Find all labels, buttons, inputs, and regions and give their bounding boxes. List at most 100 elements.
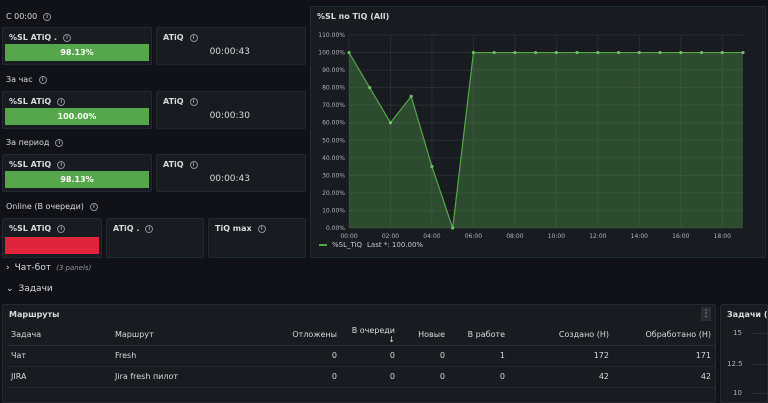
y-tick-label: 90.00% <box>322 67 345 74</box>
data-point <box>679 50 683 55</box>
col-header-new[interactable]: Новые <box>399 325 449 346</box>
info-icon[interactable]: i <box>257 224 266 233</box>
table-cell: Fresh <box>111 345 261 367</box>
y-tick-label: 110.00% <box>318 32 345 39</box>
routes-panel[interactable]: Маршруты ⋮ Задача Маршрут Отложены В оче… <box>2 304 716 403</box>
panel-title: ATiQ . <box>113 224 140 233</box>
info-icon[interactable]: i <box>189 33 198 42</box>
col-header-route[interactable]: Маршрут <box>111 325 261 346</box>
x-tick-label: 06:00 <box>465 233 482 240</box>
data-point <box>616 50 621 55</box>
table-cell: 0 <box>261 345 341 367</box>
chevron-down-icon: ⌄ <box>6 284 14 294</box>
y-tick-label: 80.00% <box>322 85 345 92</box>
col-header-task[interactable]: Задача <box>7 325 111 346</box>
x-tick-label: 12:00 <box>589 233 606 240</box>
info-icon[interactable]: i <box>189 97 198 106</box>
data-point <box>699 50 704 55</box>
axis-tick-label: 12.5 <box>727 360 743 368</box>
info-icon[interactable]: i <box>57 160 66 169</box>
axis-tick-label: 10 <box>733 389 742 397</box>
atiq-panel-today[interactable]: ATiQ i 00:00:43 <box>156 27 306 65</box>
sl-tiq-chart-panel[interactable]: %SL по TiQ (All) 0.00% 10.00% 20.00% 30.00%… <box>310 6 766 258</box>
atiq-panel-period[interactable]: ATiQ i 00:00:43 <box>156 154 306 192</box>
sl-panel-today[interactable]: %SL ATiQ . i 98.13% <box>2 27 152 65</box>
col-header-postponed[interactable]: Отложены <box>261 325 341 346</box>
info-icon[interactable]: i <box>57 224 66 233</box>
atiq-panel-hour[interactable]: ATiQ i 00:00:30 <box>156 91 306 129</box>
row-tasks[interactable]: ⌄ Задачи <box>6 284 53 294</box>
table-cell: 0 <box>399 366 449 388</box>
col-header-created[interactable]: Создано (Н) <box>509 325 613 346</box>
data-point <box>554 50 558 55</box>
tiqmax-panel-online[interactable]: TiQ max i <box>208 218 306 258</box>
table-row[interactable]: JIRA Jira fresh пилот 0 0 0 0 42 42 <box>7 366 715 388</box>
table-cell: 42 <box>509 366 613 388</box>
col-header-processed[interactable]: Обработано (Н) <box>613 325 715 346</box>
x-tick-label: 04:00 <box>423 233 440 240</box>
section-period: За период i <box>6 138 64 147</box>
row-tasks-label: Задачи <box>18 284 53 294</box>
y-tick-label: 0.00% <box>326 225 345 232</box>
routes-title: Маршруты <box>9 310 60 319</box>
legend-swatch <box>319 244 327 246</box>
data-point <box>368 86 372 90</box>
tasks-all-title: Задачи (All <box>727 310 768 319</box>
data-point <box>637 50 641 55</box>
panel-title: ATiQ <box>163 97 184 106</box>
sl-panel-period[interactable]: %SL ATiQ i 98.13% <box>2 154 152 192</box>
chart-legend[interactable]: %SL_TiQ Last *: 100.00% <box>319 241 423 249</box>
y-tick-label: 40.00% <box>322 155 345 162</box>
table-cell: 0 <box>399 345 449 367</box>
col-header-queue[interactable]: В очереди ↓ <box>341 325 399 346</box>
sl-panel-hour[interactable]: %SL ATiQ i 100.00% <box>2 91 152 129</box>
info-icon[interactable]: i <box>145 224 154 233</box>
axis-tick-label: 15 <box>733 329 742 337</box>
panel-title: %SL ATiQ <box>9 97 52 106</box>
data-point <box>534 50 538 55</box>
info-icon[interactable]: i <box>189 160 198 169</box>
y-tick-label: 10.00% <box>322 207 345 214</box>
section-today: С 00:00 i <box>6 12 52 21</box>
panel-title: %SL ATiQ . <box>9 33 58 42</box>
sl-value-bar: 98.13% <box>5 171 149 188</box>
legend-stat: Last *: 100.00% <box>367 241 424 249</box>
data-point <box>720 50 724 55</box>
x-tick-label: 18:00 <box>714 233 731 240</box>
table-cell: 0 <box>341 366 399 388</box>
info-icon[interactable]: i <box>38 75 47 84</box>
grid-line <box>751 333 767 334</box>
table-cell: Jira fresh пилот <box>111 366 261 388</box>
panel-title: %SL ATiQ <box>9 160 52 169</box>
info-icon[interactable]: i <box>89 202 98 211</box>
x-tick-label: 14:00 <box>631 233 648 240</box>
table-header-row: Задача Маршрут Отложены В очереди ↓ Новы… <box>7 325 715 346</box>
col-header-queue-label: В очереди <box>351 325 395 335</box>
routes-table: Задача Маршрут Отложены В очереди ↓ Новы… <box>7 325 715 388</box>
panel-menu-icon[interactable]: ⋮ <box>701 307 711 321</box>
info-icon[interactable]: i <box>43 12 52 21</box>
y-tick-label: 50.00% <box>322 137 345 144</box>
sl-value-bar-empty <box>5 237 99 254</box>
table-cell: 0 <box>261 366 341 388</box>
info-icon[interactable]: i <box>55 138 64 147</box>
series-area <box>349 52 743 228</box>
y-tick-label: 30.00% <box>322 172 345 179</box>
x-tick-label: 00:00 <box>340 233 357 240</box>
table-cell: 42 <box>613 366 715 388</box>
atiq-panel-online[interactable]: ATiQ . i <box>106 218 204 258</box>
info-icon[interactable]: i <box>57 97 66 106</box>
table-row[interactable]: Чат Fresh 0 0 0 1 172 171 <box>7 345 715 367</box>
tasks-all-panel[interactable]: Задачи (All 15 12.5 10 <box>720 304 768 403</box>
data-point <box>430 164 434 169</box>
panel-title: ATiQ <box>163 160 184 169</box>
section-hour: За час i <box>6 75 47 84</box>
grid-line <box>751 364 767 365</box>
info-icon[interactable]: i <box>63 33 72 42</box>
data-point <box>451 226 455 230</box>
row-chat-bot[interactable]: › Чат-бот (3 panels) <box>6 263 91 273</box>
col-header-in-work[interactable]: В работе <box>449 325 509 346</box>
chevron-right-icon: › <box>6 263 10 273</box>
section-period-label: За период <box>6 138 50 147</box>
sl-panel-online[interactable]: %SL ATiQ i <box>2 218 102 258</box>
